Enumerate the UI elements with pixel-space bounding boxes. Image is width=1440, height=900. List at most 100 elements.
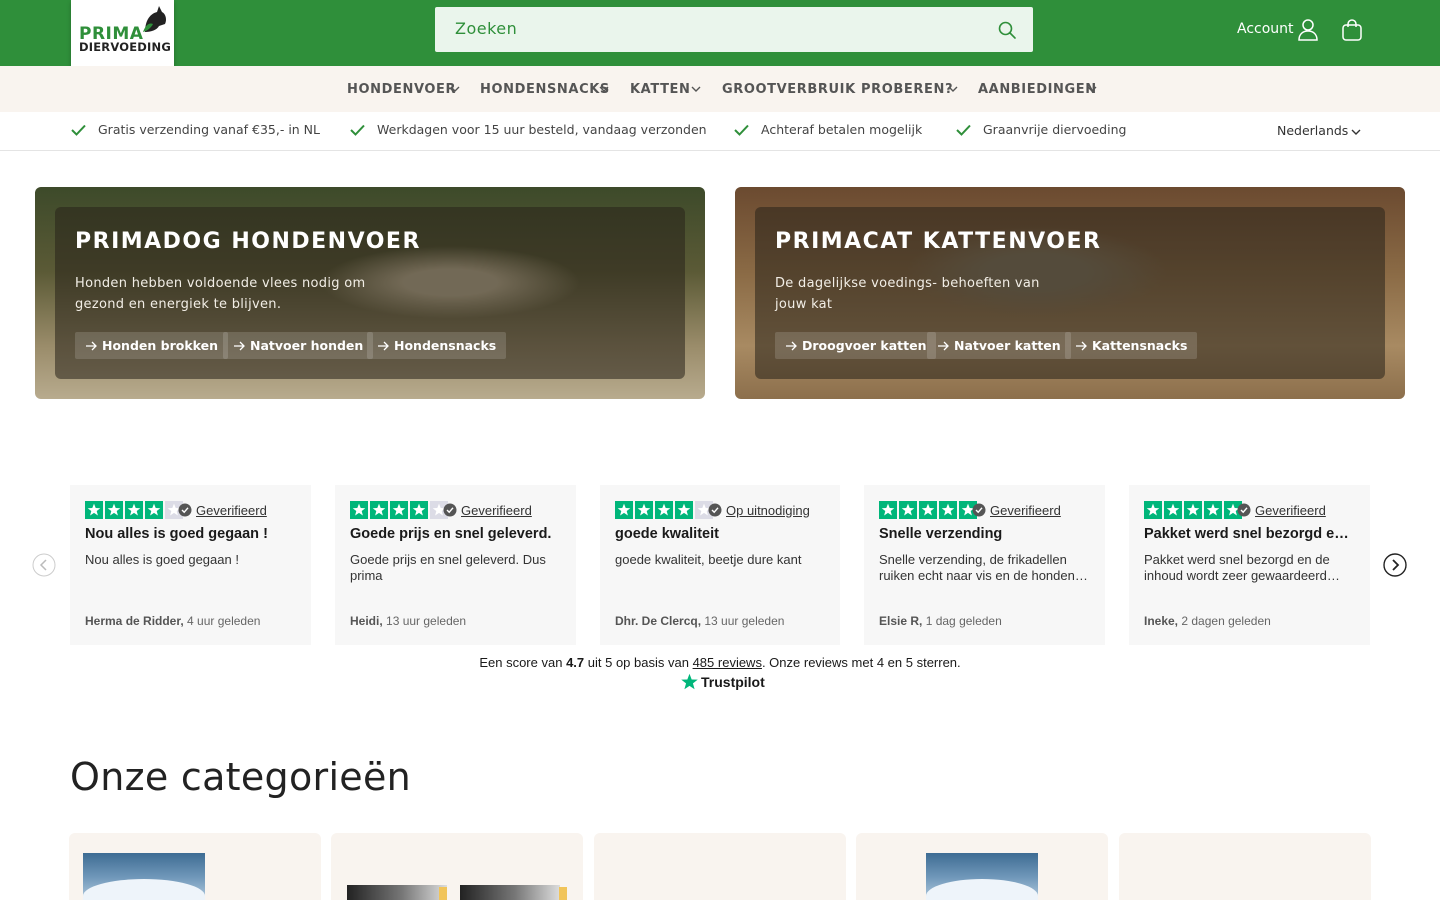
chevron-down-icon[interactable] xyxy=(599,86,609,92)
trustpilot-logo[interactable]: Trustpilot xyxy=(680,672,765,692)
chevron-down-icon[interactable] xyxy=(691,86,701,92)
banner-title: PRIMADOG HONDENVOER xyxy=(75,229,421,254)
review-author: Herma de Ridder, xyxy=(85,614,184,628)
cat-food-banner[interactable]: PRIMACAT KATTENVOER De dagelijkse voedin… xyxy=(735,187,1405,399)
verified-label: Geverifieerd xyxy=(196,502,267,518)
category-card[interactable] xyxy=(1119,833,1371,900)
search-input[interactable]: Zoeken xyxy=(435,7,1033,52)
button-label: Droogvoer katten xyxy=(802,338,927,353)
nav-item-aanbiedingen[interactable]: AANBIEDINGEN xyxy=(978,82,1097,97)
review-card[interactable]: Geverifieerd Pakket werd snel bezorgd en … xyxy=(1129,485,1370,645)
review-body: Nou alles is goed gegaan ! xyxy=(85,552,239,567)
star-icon xyxy=(675,501,693,519)
nav-item-katten[interactable]: KATTEN xyxy=(630,82,691,97)
arrow-right-icon xyxy=(1076,341,1087,351)
banner-text: Honden hebben voldoende vlees nodig om g… xyxy=(75,276,366,312)
verified-badge[interactable]: Geverifieerd xyxy=(972,501,1061,519)
honden-brokken-button[interactable]: Honden brokken xyxy=(75,332,228,359)
arrow-right-icon xyxy=(86,341,97,351)
star-icon xyxy=(390,501,408,519)
check-icon xyxy=(350,124,365,136)
review-body: Pakket werd snel bezorgd en de inhoud wo… xyxy=(1144,552,1330,583)
product-image xyxy=(83,853,205,900)
verified-badge[interactable]: Geverifieerd xyxy=(1237,501,1326,519)
review-title: Snelle verzending xyxy=(879,526,1003,542)
banner-title: PRIMACAT KATTENVOER xyxy=(775,229,1102,254)
review-footer: Heidi, 13 uur geleden xyxy=(350,614,466,628)
site-logo[interactable]: PRIMA DIERVOEDING xyxy=(71,0,174,74)
nav-item-hondenvoer[interactable]: HONDENVOER xyxy=(347,82,456,97)
verified-check-icon xyxy=(972,503,986,517)
review-time: 13 uur geleden xyxy=(386,614,467,628)
nav-item-hondensnacks[interactable]: HONDENSNACKS xyxy=(480,82,610,97)
banner-overlay: PRIMACAT KATTENVOER De dagelijkse voedin… xyxy=(755,207,1385,379)
review-card[interactable]: Geverifieerd Snelle verzending Snelle verz… xyxy=(864,485,1105,645)
nav-item-grootverbruik[interactable]: GROOTVERBRUIK xyxy=(722,82,856,97)
verified-label: Geverifieerd xyxy=(1255,502,1326,518)
star-icon xyxy=(145,501,163,519)
verified-check-icon xyxy=(178,503,192,517)
review-footer: Elsie R, 1 dag geleden xyxy=(879,614,1002,628)
dog-food-banner[interactable]: PRIMADOG HONDENVOER Honden hebben voldoe… xyxy=(35,187,705,399)
usp-item: Graanvrije diervoeding xyxy=(983,122,1127,137)
button-label: Natvoer katten xyxy=(954,338,1061,353)
chevron-down-icon[interactable] xyxy=(1351,129,1361,135)
verified-check-icon xyxy=(443,503,457,517)
category-card[interactable] xyxy=(594,833,846,900)
category-card[interactable] xyxy=(69,833,321,900)
search-placeholder: Zoeken xyxy=(455,19,518,38)
star-rating xyxy=(1144,501,1242,519)
verified-check-icon xyxy=(708,503,722,517)
account-link[interactable]: Account xyxy=(1237,21,1294,37)
star-icon xyxy=(919,501,937,519)
button-label: Natvoer honden xyxy=(250,338,364,353)
verified-badge[interactable]: Geverifieerd xyxy=(443,501,532,519)
banner-text: De dagelijkse voedings- behoeften van jo… xyxy=(775,276,1040,312)
chevron-down-icon[interactable] xyxy=(948,86,958,92)
check-icon xyxy=(734,124,749,136)
hondensnacks-button[interactable]: Hondensnacks xyxy=(367,332,507,359)
user-icon[interactable] xyxy=(1297,18,1319,42)
language-selector[interactable]: Nederlands xyxy=(1277,123,1348,138)
star-icon xyxy=(85,501,103,519)
droogvoer-katten-button[interactable]: Droogvoer katten xyxy=(775,332,937,359)
star-icon xyxy=(615,501,633,519)
arrow-right-icon xyxy=(378,341,389,351)
review-body: Goede prijs en snel geleverd. Dus prima xyxy=(350,552,546,583)
category-card[interactable] xyxy=(331,833,583,900)
trustpilot-brand: Trustpilot xyxy=(701,674,765,690)
carousel-next-button[interactable] xyxy=(1383,553,1407,577)
review-card[interactable]: Op uitnodiging goede kwaliteit goede kwali… xyxy=(600,485,840,645)
review-body: Snelle verzending, de frikadellen ruiken… xyxy=(879,552,1075,583)
nav-item-proberen[interactable]: PROBEREN? xyxy=(861,82,953,97)
review-time: 4 uur geleden xyxy=(187,614,261,628)
natvoer-honden-button[interactable]: Natvoer honden xyxy=(223,332,374,359)
natvoer-katten-button[interactable]: Natvoer katten xyxy=(927,332,1071,359)
usp-bar: Gratis verzending vanaf €35,- in NL Werk… xyxy=(0,112,1440,151)
kattensnacks-button[interactable]: Kattensnacks xyxy=(1065,332,1198,359)
review-card[interactable]: Geverifieerd Goede prijs en snel geleverd… xyxy=(335,485,576,645)
score-prefix: Een score van xyxy=(479,655,563,670)
verified-check-icon xyxy=(1237,503,1251,517)
score-value: 4.7 xyxy=(566,655,585,670)
category-card[interactable] xyxy=(856,833,1108,900)
carousel-prev-button[interactable] xyxy=(32,553,56,577)
star-icon xyxy=(879,501,897,519)
search-icon[interactable] xyxy=(997,20,1017,40)
star-icon xyxy=(1204,501,1222,519)
review-body: goede kwaliteit, beetje dure kant xyxy=(615,552,802,567)
star-rating xyxy=(615,501,713,519)
reviews-link[interactable]: 485 reviews xyxy=(693,655,762,670)
review-title: Pakket werd snel bezorgd en de inhoud xyxy=(1144,526,1355,542)
chevron-down-icon[interactable] xyxy=(1087,86,1097,92)
verified-badge[interactable]: Op uitnodiging xyxy=(708,501,810,519)
verified-badge[interactable]: Geverifieerd xyxy=(178,501,267,519)
arrow-right-icon xyxy=(938,341,949,351)
cart-icon[interactable] xyxy=(1340,18,1364,42)
verified-label: Geverifieerd xyxy=(461,502,532,518)
product-image xyxy=(347,885,447,900)
chevron-down-icon[interactable] xyxy=(450,86,460,92)
review-card[interactable]: Geverifieerd Nou alles is goed gegaan ! No… xyxy=(70,485,311,645)
star-icon xyxy=(1144,501,1162,519)
review-title: Nou alles is goed gegaan ! xyxy=(85,526,268,542)
